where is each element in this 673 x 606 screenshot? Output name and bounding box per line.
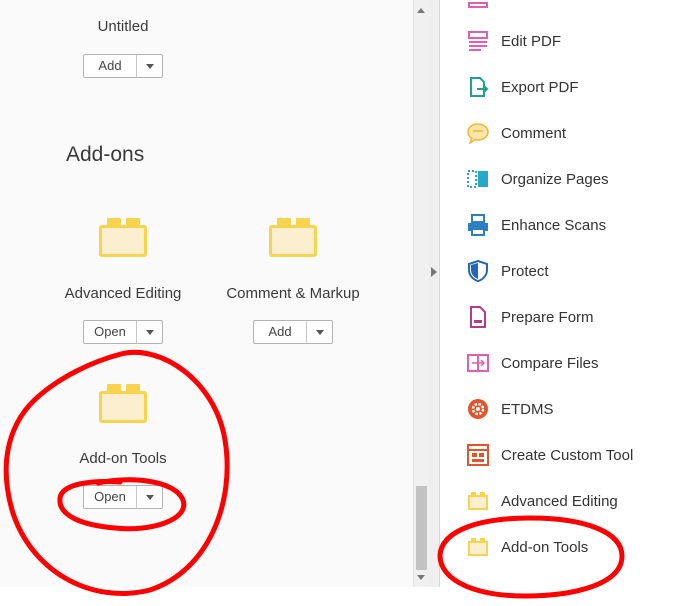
untitled-add-button[interactable]: Add <box>83 54 163 78</box>
scroll-down-icon[interactable] <box>417 575 425 580</box>
addon-lego-icon[interactable] <box>99 218 147 258</box>
tile-comment-markup[interactable]: Comment & Markup <box>213 285 373 302</box>
tool-item-protect[interactable]: Protect <box>441 251 673 291</box>
tools-center-panel: Untitled Add Add-ons Advanced Editing Op… <box>0 0 413 587</box>
tools-pane: Edit PDF Export PDF Comment Organize Pag… <box>441 0 673 587</box>
tool-partial-icon <box>468 2 488 8</box>
button-label[interactable]: Add <box>254 321 307 343</box>
button-label[interactable]: Open <box>84 486 137 508</box>
protect-shield-icon <box>468 260 488 282</box>
tool-item-comment[interactable]: Comment <box>441 113 673 153</box>
tile-label[interactable]: Add-on Tools <box>60 450 186 467</box>
tool-label[interactable]: Compare Files <box>501 355 599 372</box>
tool-label[interactable]: Edit PDF <box>501 33 561 50</box>
tile-label: Untitled <box>97 18 149 35</box>
export-pdf-icon <box>470 77 489 97</box>
advanced-editing-addon-icon <box>468 492 488 510</box>
tool-item-create-custom-tool[interactable]: Create Custom Tool <box>441 435 673 475</box>
scroll-up-icon[interactable] <box>417 8 425 13</box>
tool-item-addon-tools[interactable]: Add-on Tools <box>441 527 673 567</box>
button-label[interactable]: Open <box>84 321 137 343</box>
tool-item-compare-files[interactable]: Compare Files <box>441 343 673 383</box>
comment-icon <box>467 123 489 144</box>
pane-splitter[interactable] <box>428 0 440 587</box>
compare-files-icon <box>467 354 489 372</box>
button-label[interactable]: Add <box>84 55 137 77</box>
tool-item-etdms[interactable]: ETDMS <box>441 389 673 429</box>
tool-label[interactable]: Enhance Scans <box>501 217 606 234</box>
tile-label[interactable]: Advanced Editing <box>50 285 196 302</box>
tool-label[interactable]: Prepare Form <box>501 309 594 326</box>
tile-advanced-editing[interactable]: Advanced Editing <box>50 285 196 302</box>
tool-item-advanced-editing[interactable]: Advanced Editing <box>441 481 673 521</box>
scroll-thumb[interactable] <box>416 486 427 570</box>
chevron-down-icon[interactable] <box>137 486 162 508</box>
tool-item-organize-pages[interactable]: Organize Pages <box>441 159 673 199</box>
tile-untitled: Untitled <box>60 18 186 35</box>
chevron-down-icon[interactable] <box>307 321 332 343</box>
create-custom-tool-icon <box>467 444 489 466</box>
addon-lego-icon[interactable] <box>99 384 147 424</box>
addon-tools-icon <box>468 538 488 556</box>
tile-label[interactable]: Comment & Markup <box>213 285 373 302</box>
tool-label[interactable]: Protect <box>501 263 549 280</box>
tool-label[interactable]: Create Custom Tool <box>501 447 633 464</box>
tool-label[interactable]: Add-on Tools <box>501 539 588 556</box>
tool-label[interactable]: ETDMS <box>501 401 554 418</box>
etdms-gear-icon <box>468 399 488 419</box>
enhance-scans-icon <box>468 214 488 236</box>
tool-item-partial[interactable] <box>441 0 673 20</box>
tile-addon-tools[interactable]: Add-on Tools <box>60 450 186 467</box>
tool-item-edit-pdf[interactable]: Edit PDF <box>441 21 673 61</box>
tool-label[interactable]: Export PDF <box>501 79 579 96</box>
tool-label[interactable]: Advanced Editing <box>501 493 618 510</box>
prepare-form-icon <box>470 306 486 328</box>
vertical-scrollbar[interactable] <box>413 0 428 587</box>
tool-label[interactable]: Comment <box>501 125 566 142</box>
tool-item-export-pdf[interactable]: Export PDF <box>441 67 673 107</box>
advanced-editing-open-button[interactable]: Open <box>83 320 163 344</box>
organize-pages-icon <box>467 170 488 188</box>
bottom-strip <box>0 587 673 606</box>
tool-label[interactable]: Organize Pages <box>501 171 609 188</box>
edit-pdf-icon <box>468 31 488 51</box>
addon-tools-open-button[interactable]: Open <box>83 485 163 509</box>
section-title-addons: Add-ons <box>66 143 145 166</box>
comment-markup-add-button[interactable]: Add <box>253 320 333 344</box>
chevron-down-icon[interactable] <box>137 55 162 77</box>
tool-item-prepare-form[interactable]: Prepare Form <box>441 297 673 337</box>
tool-item-enhance-scans[interactable]: Enhance Scans <box>441 205 673 245</box>
chevron-down-icon[interactable] <box>137 321 162 343</box>
addon-lego-icon[interactable] <box>269 218 317 258</box>
collapse-pane-arrow-icon[interactable] <box>431 267 437 277</box>
